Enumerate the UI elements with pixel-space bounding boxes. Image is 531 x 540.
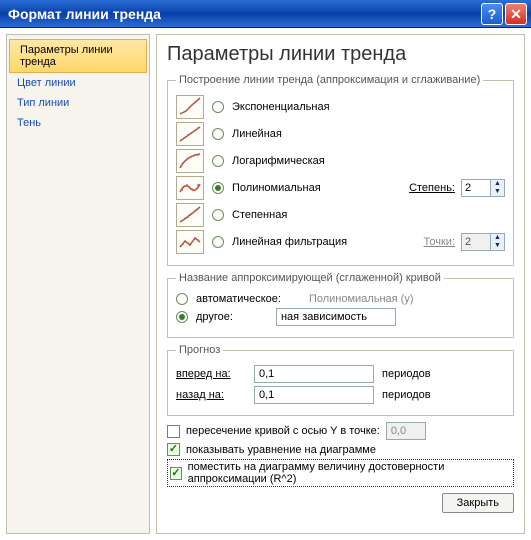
label-show-equation: показывать уравнение на диаграмме — [186, 444, 376, 456]
backward-input[interactable] — [254, 386, 374, 404]
sidebar-item-line-type[interactable]: Тип линии — [7, 93, 149, 113]
radio-logarithmic[interactable] — [212, 155, 224, 167]
spin-down-icon[interactable]: ▼ — [491, 188, 504, 196]
trend-power-icon — [176, 203, 204, 227]
trend-exponential-icon — [176, 95, 204, 119]
label-intercept: пересечение кривой с осью Y в точке: — [186, 425, 380, 437]
intercept-row: пересечение кривой с осью Y в точке: — [167, 422, 514, 440]
trend-row-logarithmic: Логарифмическая — [176, 149, 505, 173]
points-spinner: ▲▼ — [461, 233, 505, 251]
backward-unit: периодов — [382, 389, 431, 401]
degree-spin-buttons[interactable]: ▲▼ — [490, 180, 504, 196]
backward-label: назад на: — [176, 389, 246, 401]
trend-row-exponential: Экспоненциальная — [176, 95, 505, 119]
checkbox-intercept[interactable] — [167, 425, 180, 438]
intercept-input — [386, 422, 426, 440]
button-row: Закрыть — [167, 493, 514, 513]
trend-row-power: Степенная — [176, 203, 505, 227]
trend-logarithmic-icon — [176, 149, 204, 173]
label-moving-avg: Линейная фильтрация — [232, 236, 347, 248]
trend-moving-avg-icon — [176, 230, 204, 254]
polynomial-degree-group: Степень: ▲▼ — [409, 179, 505, 197]
degree-input[interactable] — [462, 180, 490, 196]
build-legend: Построение линии тренда (аппроксимация и… — [176, 74, 483, 86]
spin-up-icon[interactable]: ▲ — [491, 180, 504, 188]
label-logarithmic: Логарифмическая — [232, 155, 325, 167]
titlebar: Формат линии тренда ? ✕ — [0, 0, 531, 28]
main-panel: Параметры линии тренда Построение линии … — [156, 34, 525, 534]
name-other-row: другое: — [176, 308, 505, 326]
forecast-backward-row: назад на: периодов — [176, 386, 505, 404]
label-linear: Линейная — [232, 128, 282, 140]
radio-exponential[interactable] — [212, 101, 224, 113]
name-auto-row: автоматическое: Полиномиальная (y) — [176, 293, 505, 305]
forward-input[interactable] — [254, 365, 374, 383]
close-window-button[interactable]: ✕ — [505, 3, 527, 25]
points-input — [462, 234, 490, 250]
name-auto-preview: Полиномиальная (y) — [309, 293, 414, 305]
spin-down-icon: ▼ — [491, 242, 504, 250]
forecast-legend: Прогноз — [176, 344, 223, 356]
show-eq-row: показывать уравнение на диаграмме — [167, 443, 514, 456]
help-icon: ? — [488, 7, 497, 21]
radio-name-auto[interactable] — [176, 293, 188, 305]
radio-linear[interactable] — [212, 128, 224, 140]
trend-linear-icon — [176, 122, 204, 146]
degree-spinner[interactable]: ▲▼ — [461, 179, 505, 197]
label-polynomial: Полиномиальная — [232, 182, 321, 194]
sidebar-item-shadow[interactable]: Тень — [7, 113, 149, 133]
label-exponential: Экспоненциальная — [232, 101, 330, 113]
sidebar: Параметры линии тренда Цвет линии Тип ли… — [6, 34, 150, 534]
radio-name-other[interactable] — [176, 311, 188, 323]
moving-avg-points-group: Точки: ▲▼ — [424, 233, 505, 251]
label-power: Степенная — [232, 209, 287, 221]
radio-moving-avg[interactable] — [212, 236, 224, 248]
forecast-fieldset: Прогноз вперед на: периодов назад на: пе… — [167, 344, 514, 416]
trend-row-polynomial: Полиномиальная Степень: ▲▼ — [176, 176, 505, 200]
show-r2-row: поместить на диаграмму величину достовер… — [167, 459, 514, 487]
name-other-input[interactable] — [276, 308, 396, 326]
degree-label: Степень: — [409, 182, 455, 194]
trend-row-linear: Линейная — [176, 122, 505, 146]
trend-polynomial-icon — [176, 176, 204, 200]
forecast-forward-row: вперед на: периодов — [176, 365, 505, 383]
sidebar-item-trend-options[interactable]: Параметры линии тренда — [9, 39, 147, 73]
points-spin-buttons: ▲▼ — [490, 234, 504, 250]
checkbox-show-equation[interactable] — [167, 443, 180, 456]
forward-unit: периодов — [382, 368, 431, 380]
spin-up-icon: ▲ — [491, 234, 504, 242]
help-button[interactable]: ? — [481, 3, 503, 25]
label-name-other: другое: — [196, 311, 233, 323]
label-show-r2: поместить на диаграмму величину достовер… — [188, 461, 511, 485]
page-title: Параметры линии тренда — [167, 43, 514, 66]
window-title: Формат линии тренда — [8, 6, 479, 22]
forward-label: вперед на: — [176, 368, 246, 380]
close-button[interactable]: Закрыть — [442, 493, 514, 513]
label-name-auto: автоматическое: — [196, 293, 281, 305]
radio-power[interactable] — [212, 209, 224, 221]
trend-row-moving-avg: Линейная фильтрация Точки: ▲▼ — [176, 230, 505, 254]
checkbox-show-r2[interactable] — [170, 467, 182, 480]
client-area: Параметры линии тренда Цвет линии Тип ли… — [0, 28, 531, 540]
name-legend: Название аппроксимирующей (сглаженной) к… — [176, 272, 444, 284]
sidebar-item-line-color[interactable]: Цвет линии — [7, 73, 149, 93]
points-label: Точки: — [424, 236, 455, 248]
build-fieldset: Построение линии тренда (аппроксимация и… — [167, 74, 514, 266]
radio-polynomial[interactable] — [212, 182, 224, 194]
name-fieldset: Название аппроксимирующей (сглаженной) к… — [167, 272, 514, 338]
close-icon: ✕ — [510, 7, 522, 21]
